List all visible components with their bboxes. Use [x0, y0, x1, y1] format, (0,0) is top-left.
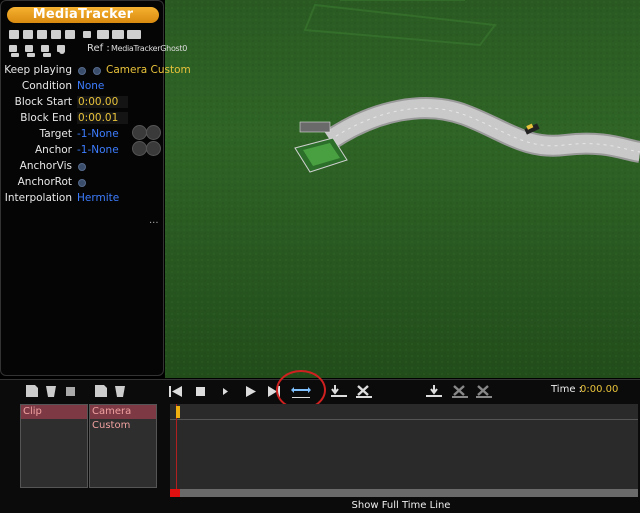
block-end-field[interactable]: 0:00.01 [77, 112, 128, 124]
timeline-ruler [170, 419, 638, 420]
target-value[interactable]: -1-None [77, 128, 119, 140]
timeline-area: Time : 0:00.00 Clip Camera Custom Show F… [0, 370, 640, 513]
camera-alt-icon[interactable] [65, 30, 75, 39]
prop-label: Condition [21, 80, 72, 92]
track-camera-custom[interactable]: Camera Custom [89, 404, 157, 488]
prop-label: Interpolation [4, 192, 72, 204]
render-icon[interactable] [112, 30, 124, 39]
scene-render [165, 0, 640, 378]
time-label: Time : [551, 384, 583, 395]
anchor-vis-toggle[interactable] [78, 163, 86, 171]
cup-icon[interactable] [46, 386, 56, 397]
prop-label: AnchorRot [17, 176, 72, 188]
block-toolbar [95, 385, 125, 397]
block-cup-icon[interactable] [115, 386, 125, 397]
link-icon[interactable] [27, 53, 35, 57]
new-block-icon[interactable] [95, 385, 107, 397]
step-forward-icon[interactable] [223, 388, 228, 395]
prop-label: Anchor [34, 144, 72, 156]
exit-icon[interactable] [9, 30, 19, 39]
ref-value: MediaTrackerGhost0 [111, 44, 188, 53]
prop-label: Keep playing [4, 64, 72, 76]
anchor-value[interactable]: -1-None [77, 144, 119, 156]
prop-anchor: Anchor -1-None [1, 141, 165, 160]
camera-icon[interactable] [51, 30, 61, 39]
3d-viewport[interactable] [165, 0, 640, 378]
anchor-rot-toggle[interactable] [78, 179, 86, 187]
more-options[interactable]: ... [149, 215, 159, 226]
anchor-pick-button[interactable] [132, 141, 147, 156]
film-icon[interactable] [127, 30, 141, 39]
prop-label: Target [39, 128, 72, 140]
prop-keep-playing: Keep playing Camera Custom [1, 64, 191, 80]
delete-all-keys-icon[interactable] [476, 385, 492, 398]
lock-icon[interactable] [11, 53, 19, 57]
target-clear-button[interactable] [146, 125, 161, 140]
new-track-icon[interactable] [26, 385, 38, 397]
anchor-clear-button[interactable] [146, 141, 161, 156]
prop-label: Block End [20, 112, 72, 124]
track-clip[interactable]: Clip [20, 404, 88, 488]
keep-playing-toggle[interactable] [78, 67, 86, 75]
import-key-icon[interactable] [426, 385, 442, 397]
record-icon[interactable] [97, 30, 109, 39]
box-icon[interactable] [66, 387, 75, 396]
panel-title: MediaTracker [7, 7, 159, 23]
timeline[interactable] [170, 404, 638, 490]
prop-label: Block Start [14, 96, 72, 108]
play-icon[interactable] [246, 386, 256, 397]
target-pick-button[interactable] [132, 125, 147, 140]
interpolation-value[interactable]: Hermite [77, 192, 119, 204]
snap-icon[interactable] [9, 45, 17, 52]
key-controls [331, 385, 372, 398]
unlink-icon[interactable] [43, 53, 51, 57]
time-cursor-handle[interactable] [176, 406, 180, 418]
prop-condition: Condition None [1, 80, 165, 96]
prop-anchor-rot: AnchorRot [1, 176, 165, 192]
timeline-scrollbar[interactable] [170, 489, 638, 497]
condition-value[interactable]: None [77, 80, 104, 92]
prop-label: AnchorVis [19, 160, 72, 172]
keep-playing-value[interactable]: Camera Custom [106, 64, 191, 76]
prop-interpolation: Interpolation Hermite [1, 192, 165, 208]
export-icon[interactable] [37, 30, 47, 39]
car-icon[interactable] [83, 31, 91, 38]
scrollbar-thumb[interactable] [170, 489, 180, 497]
show-full-timeline-button[interactable]: Show Full Time Line [0, 500, 640, 511]
eye-icon[interactable] [59, 48, 65, 54]
track-toolbar [26, 385, 75, 397]
prop-block-start: Block Start 0:00.00 [1, 96, 165, 112]
track-label: Clip [21, 405, 87, 419]
delete-key-icon[interactable] [452, 385, 468, 398]
key-controls-2 [426, 385, 492, 398]
keep-playing-toggle-2[interactable] [93, 67, 101, 75]
group-icon[interactable] [41, 45, 49, 52]
delete-icon[interactable] [356, 385, 372, 398]
people-icon[interactable] [25, 45, 33, 52]
prop-anchor-vis: AnchorVis [1, 160, 165, 176]
track-label: Camera Custom [90, 405, 156, 431]
skip-start-icon[interactable] [169, 386, 182, 397]
import-icon[interactable] [331, 385, 347, 397]
media-tracker-panel: MediaTracker Ref : MediaTrackerGhost0 Ke… [0, 0, 191, 376]
save-icon[interactable] [23, 30, 33, 39]
ref-label: Ref : [87, 43, 110, 54]
block-start-field[interactable]: 0:00.00 [77, 96, 128, 108]
stop-icon[interactable] [196, 387, 205, 396]
time-value: 0:00.00 [580, 384, 619, 395]
